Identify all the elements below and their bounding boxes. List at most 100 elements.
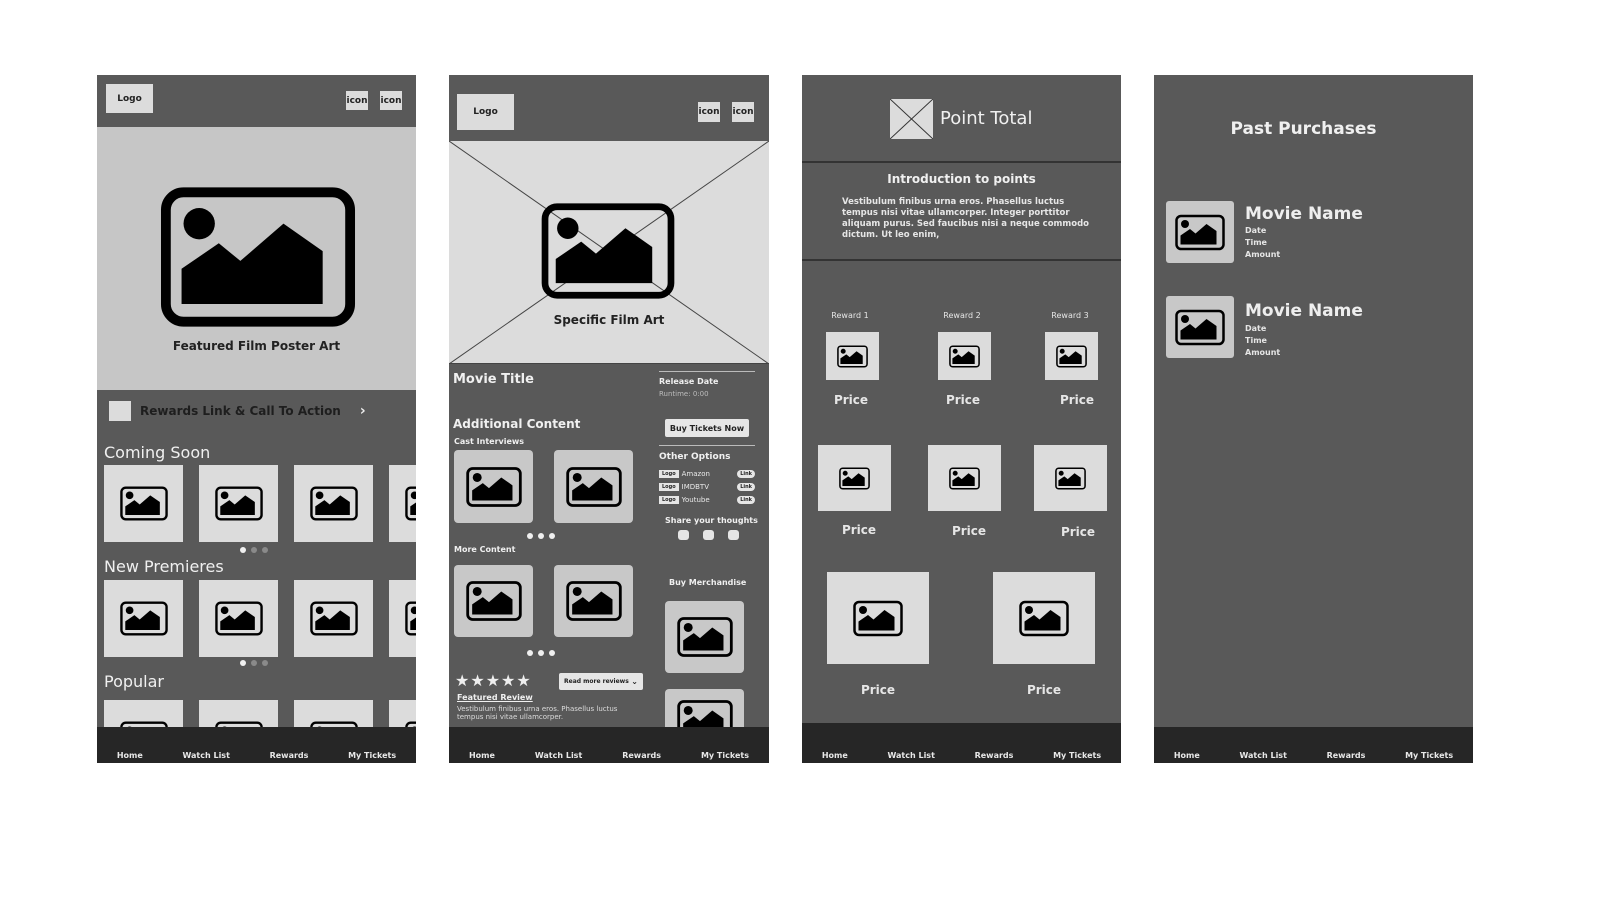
- nav-home[interactable]: Home: [469, 751, 495, 760]
- nav-watch-list[interactable]: Watch List: [535, 751, 582, 760]
- nav-home[interactable]: Home: [822, 751, 848, 760]
- provider-link-button[interactable]: Link: [737, 470, 755, 478]
- reward-price: Price: [841, 523, 877, 537]
- image-placeholder-icon: [405, 601, 417, 636]
- cast-interview-thumbnail[interactable]: [554, 450, 633, 523]
- buy-tickets-button[interactable]: Buy Tickets Now: [665, 419, 749, 437]
- movie-thumbnail[interactable]: [389, 465, 416, 542]
- header-icon-button[interactable]: icon: [698, 102, 720, 122]
- image-placeholder-icon: [839, 467, 870, 490]
- nav-rewards[interactable]: Rewards: [270, 751, 309, 760]
- nav-rewards[interactable]: Rewards: [1327, 751, 1366, 760]
- reward-item[interactable]: [826, 332, 879, 380]
- reward-price: Price: [1059, 393, 1095, 407]
- image-placeholder-icon: [566, 466, 622, 508]
- rewards-cta-link[interactable]: Rewards Link & Call To Action ›: [109, 401, 366, 421]
- reward-item[interactable]: [928, 445, 1001, 511]
- image-placeholder-icon: [215, 601, 263, 636]
- divider: [802, 259, 1121, 261]
- header-icon-button[interactable]: icon: [380, 91, 402, 110]
- share-button[interactable]: [728, 530, 739, 540]
- movie-thumbnail[interactable]: [389, 580, 416, 657]
- purchase-time: Time: [1245, 336, 1267, 345]
- bottom-nav: Home Watch List Rewards My Tickets: [449, 727, 769, 763]
- purchase-thumbnail[interactable]: [1166, 201, 1234, 263]
- specific-film-art[interactable]: Specific Film Art: [449, 141, 769, 364]
- reward-item[interactable]: [818, 445, 891, 511]
- carousel-pagination[interactable]: [240, 547, 268, 553]
- reward-item[interactable]: [938, 332, 991, 380]
- merchandise-thumbnail[interactable]: [665, 601, 744, 673]
- featured-film-poster[interactable]: Featured Film Poster Art: [97, 127, 416, 390]
- image-placeholder-icon: [949, 467, 980, 490]
- additional-content-title: Additional Content: [453, 417, 581, 431]
- nav-rewards[interactable]: Rewards: [975, 751, 1014, 760]
- nav-rewards[interactable]: Rewards: [622, 751, 661, 760]
- header: Logo icon icon: [97, 75, 416, 127]
- movie-thumbnail[interactable]: [199, 465, 278, 542]
- nav-home[interactable]: Home: [1174, 751, 1200, 760]
- provider-link-button[interactable]: Link: [737, 496, 755, 504]
- movie-thumbnail[interactable]: [104, 580, 183, 657]
- nav-my-tickets[interactable]: My Tickets: [348, 751, 396, 760]
- provider-name: Youtube: [681, 496, 710, 504]
- reward-price: Price: [1026, 683, 1062, 697]
- nav-my-tickets[interactable]: My Tickets: [1053, 751, 1101, 760]
- read-more-reviews-dropdown[interactable]: Read more reviews ⌄: [559, 673, 643, 690]
- coming-soon-carousel[interactable]: [104, 465, 416, 542]
- intro-text: Vestibulum finibus urna eros. Phasellus …: [842, 197, 1090, 240]
- cast-interview-thumbnail[interactable]: [454, 450, 533, 523]
- carousel-pagination[interactable]: [527, 533, 555, 539]
- share-button[interactable]: [703, 530, 714, 540]
- provider-logo: Logo: [659, 496, 679, 504]
- image-placeholder-icon: [1175, 214, 1225, 251]
- featured-review-title[interactable]: Featured Review: [457, 693, 533, 702]
- nav-watch-list[interactable]: Watch List: [1239, 751, 1286, 760]
- nav-home[interactable]: Home: [117, 751, 143, 760]
- movie-title: Movie Title: [453, 372, 534, 387]
- nav-watch-list[interactable]: Watch List: [182, 751, 229, 760]
- reward-item[interactable]: [1045, 332, 1098, 380]
- header-icon-button[interactable]: icon: [346, 91, 368, 110]
- movie-thumbnail[interactable]: [199, 580, 278, 657]
- reward-label: Reward 3: [1051, 311, 1089, 320]
- section-title-coming-soon: Coming Soon: [104, 443, 211, 462]
- purchase-amount: Amount: [1245, 250, 1281, 259]
- reward-item[interactable]: [1034, 445, 1107, 511]
- reward-item[interactable]: [993, 572, 1095, 664]
- placeholder-cross-icon: [889, 98, 934, 140]
- purchase-thumbnail[interactable]: [1166, 296, 1234, 358]
- more-content-thumbnail[interactable]: [454, 565, 533, 637]
- runtime: Runtime: 0:00: [659, 390, 709, 398]
- reward-label: Reward 1: [831, 311, 869, 320]
- section-title-new-premieres: New Premieres: [104, 557, 224, 576]
- reward-price: Price: [1060, 525, 1096, 539]
- image-placeholder-icon: [160, 184, 356, 330]
- logo[interactable]: Logo: [457, 94, 514, 130]
- purchase-date: Date: [1245, 324, 1267, 333]
- rating-stars[interactable]: ★★★★★: [455, 671, 532, 690]
- carousel-pagination[interactable]: [240, 660, 268, 666]
- header-icon-button[interactable]: icon: [732, 102, 754, 122]
- movie-thumbnail[interactable]: [294, 465, 373, 542]
- carousel-pagination[interactable]: [527, 650, 555, 656]
- rewards-screen: Point Total Introduction to points Vesti…: [802, 75, 1121, 763]
- new-premieres-carousel[interactable]: [104, 580, 416, 657]
- share-button[interactable]: [678, 530, 689, 540]
- provider-link-button[interactable]: Link: [737, 483, 755, 491]
- home-screen: Logo icon icon Featured Film Poster Art …: [97, 75, 416, 763]
- movie-thumbnail[interactable]: [104, 465, 183, 542]
- nav-watch-list[interactable]: Watch List: [887, 751, 934, 760]
- provider-logo: Logo: [659, 483, 679, 491]
- streaming-option: Logo IMDBTV Link: [659, 482, 755, 492]
- purchase-movie-name[interactable]: Movie Name: [1245, 204, 1363, 224]
- purchase-movie-name[interactable]: Movie Name: [1245, 301, 1363, 321]
- reward-item[interactable]: [827, 572, 929, 664]
- nav-my-tickets[interactable]: My Tickets: [701, 751, 749, 760]
- nav-my-tickets[interactable]: My Tickets: [1405, 751, 1453, 760]
- more-content-thumbnail[interactable]: [554, 565, 633, 637]
- image-placeholder-icon: [1056, 345, 1087, 368]
- chevron-down-icon: ⌄: [631, 677, 638, 686]
- movie-thumbnail[interactable]: [294, 580, 373, 657]
- logo[interactable]: Logo: [106, 84, 153, 113]
